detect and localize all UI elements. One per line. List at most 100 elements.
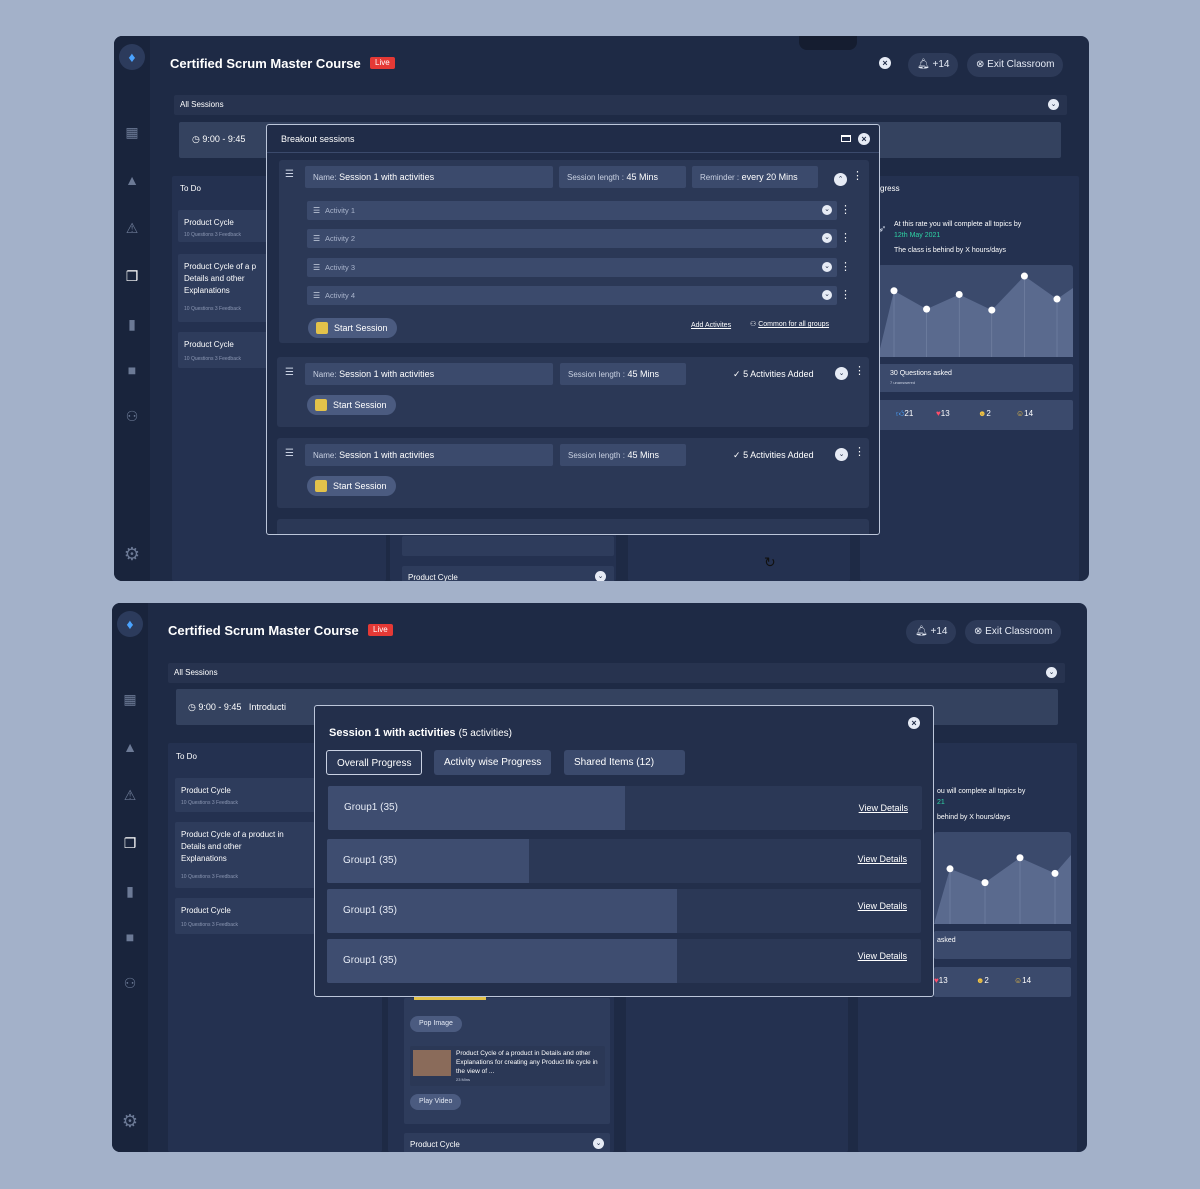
session-length-field[interactable]: Session length : 45 Mins bbox=[560, 444, 686, 466]
pop-image-button[interactable]: Pop Image bbox=[410, 1016, 462, 1032]
questions-card[interactable]: 30 Questions asked 7 unanswered bbox=[878, 364, 1073, 392]
view-details-link[interactable]: View Details bbox=[858, 901, 907, 911]
exit-label: Exit Classroom bbox=[987, 59, 1055, 70]
chevron-down-icon[interactable]: ⌄ bbox=[1046, 667, 1057, 678]
add-activities-link[interactable]: Add Activites bbox=[691, 322, 731, 329]
play-video-button[interactable]: Play Video bbox=[410, 1094, 462, 1110]
users-icon[interactable]: ⚇ bbox=[121, 975, 139, 991]
start-session-button[interactable]: Start Session bbox=[307, 476, 396, 496]
todo-card[interactable]: Product Cycle 10 Questions 3 Feedback bbox=[178, 210, 278, 242]
activity-count: (5 activities) bbox=[458, 728, 512, 739]
drag-handle-icon[interactable]: ☰ bbox=[285, 367, 294, 378]
todo-card[interactable]: Product Cycle 10 Questions 3 Feedback bbox=[175, 898, 315, 934]
close-icon[interactable]: × bbox=[879, 57, 891, 69]
tab-overall-progress[interactable]: Overall Progress bbox=[326, 750, 423, 775]
session-length-field[interactable]: Session length : 45 Mins bbox=[560, 363, 686, 385]
session-length-field[interactable]: Session length : 45 Mins bbox=[559, 166, 686, 188]
copy-icon[interactable]: ❐ bbox=[121, 835, 139, 851]
chevron-down-icon[interactable]: ⌄ bbox=[822, 290, 832, 300]
hierarchy-icon[interactable]: ⚠ bbox=[121, 787, 139, 803]
chevron-down-icon[interactable]: ⌄ bbox=[835, 367, 848, 380]
settings-icon[interactable]: ⚙ bbox=[121, 1112, 139, 1130]
drag-handle-icon[interactable]: ☰ bbox=[285, 448, 294, 459]
more-icon[interactable]: ⋮ bbox=[854, 366, 865, 377]
group-progress-row: Group1 (35) View Details bbox=[327, 839, 921, 883]
drag-handle-icon[interactable]: ☰ bbox=[285, 169, 294, 180]
start-session-button[interactable]: Start Session bbox=[307, 395, 396, 415]
added-label: 5 Activities Added bbox=[743, 450, 814, 460]
exit-classroom-button[interactable]: ⊗ Exit Classroom bbox=[967, 53, 1064, 77]
chevron-down-icon[interactable]: ⌄ bbox=[835, 448, 848, 461]
users-icon[interactable]: ⚇ bbox=[123, 408, 141, 424]
refresh-icon[interactable]: ↻ bbox=[764, 554, 776, 571]
questions-card[interactable]: asked bbox=[934, 931, 1071, 959]
shapes-icon[interactable]: ▲ bbox=[121, 739, 139, 755]
tab-shared-items[interactable]: Shared Items (12) bbox=[564, 750, 685, 775]
session-name-field[interactable]: Name: Session 1 with activities bbox=[305, 166, 553, 188]
chevron-down-icon[interactable]: ⌄ bbox=[822, 205, 832, 215]
notif-count: +14 bbox=[932, 59, 950, 70]
field-label: Session length : bbox=[568, 370, 625, 379]
todo-card[interactable]: Product Cycle 10 Questions 3 Feedback bbox=[175, 778, 315, 812]
group-label: Group1 (35) bbox=[343, 955, 397, 966]
chevron-down-icon[interactable]: ⌄ bbox=[1048, 99, 1059, 110]
chart-point bbox=[890, 287, 898, 295]
all-sessions-bar[interactable]: All Sessions bbox=[168, 663, 1065, 683]
settings-icon[interactable]: ⚙ bbox=[123, 545, 141, 563]
reaction-count: 2 bbox=[986, 409, 991, 418]
chevron-up-icon[interactable]: ⌃ bbox=[834, 173, 847, 186]
view-details-link[interactable]: View Details bbox=[858, 951, 907, 961]
grid-icon[interactable]: ▦ bbox=[123, 124, 141, 140]
activity-item[interactable]: ☰ Activity 1 ⌄ bbox=[307, 201, 837, 220]
todo-card[interactable]: Product Cycle of a p Details and other Exp… bbox=[178, 254, 278, 322]
reminder-field[interactable]: Reminder : every 20 Mins bbox=[692, 166, 818, 188]
all-sessions-bar[interactable]: All Sessions bbox=[174, 95, 1067, 115]
start-icon bbox=[316, 322, 328, 334]
chevron-down-icon[interactable]: ⌄ bbox=[822, 233, 832, 243]
video-thumbnail bbox=[413, 1050, 451, 1076]
wow-icon: ☺14 bbox=[1016, 409, 1034, 418]
hierarchy-icon[interactable]: ⚠ bbox=[123, 220, 141, 236]
chevron-down-icon[interactable]: ⌄ bbox=[593, 1138, 604, 1149]
more-icon[interactable]: ⋮ bbox=[840, 290, 851, 301]
product-cycle-card[interactable]: Product Cycle ⌄ bbox=[404, 1133, 610, 1152]
exit-classroom-button[interactable]: ⊗ Exit Classroom bbox=[965, 620, 1062, 644]
bookmark-icon[interactable]: ■ bbox=[121, 929, 139, 945]
copy-icon[interactable]: ❐ bbox=[123, 268, 141, 284]
grid-icon[interactable]: ▦ bbox=[121, 691, 139, 707]
activity-item[interactable]: ☰ Activity 2 ⌄ bbox=[307, 229, 837, 248]
course-title: Certified Scrum Master Course bbox=[170, 56, 361, 71]
session-name-field[interactable]: Name: Session 1 with activities bbox=[305, 363, 553, 385]
shapes-icon[interactable]: ▲ bbox=[123, 172, 141, 188]
chevron-down-icon[interactable]: ⌄ bbox=[822, 262, 832, 272]
more-icon[interactable]: ⋮ bbox=[852, 171, 863, 182]
notifications-button[interactable]: 🔔︎ +14 bbox=[906, 620, 957, 644]
activity-item[interactable]: ☰ Activity 4 ⌄ bbox=[307, 286, 837, 305]
tab-activity-progress[interactable]: Activity wise Progress bbox=[434, 750, 552, 775]
bookmark-icon[interactable]: ■ bbox=[123, 362, 141, 378]
more-icon[interactable]: ⋮ bbox=[840, 205, 851, 216]
product-cycle-card[interactable]: Product Cycle ⌄ bbox=[402, 566, 614, 581]
bar-chart-icon[interactable]: ▮ bbox=[123, 316, 141, 332]
more-icon[interactable]: ⋮ bbox=[840, 233, 851, 244]
close-icon[interactable]: × bbox=[908, 717, 920, 729]
video-item[interactable]: Product Cycle of a product in Details an… bbox=[410, 1046, 605, 1086]
close-circle-icon: ⊗ bbox=[974, 626, 983, 637]
notifications-button[interactable]: 🔔︎ +14 bbox=[908, 53, 959, 77]
chevron-down-icon[interactable]: ⌄ bbox=[595, 571, 606, 581]
view-details-link[interactable]: View Details bbox=[859, 803, 908, 813]
view-details-link[interactable]: View Details bbox=[858, 854, 907, 864]
more-icon[interactable]: ⋮ bbox=[840, 262, 851, 273]
start-session-button[interactable]: Start Session bbox=[308, 318, 397, 338]
activity-label: Activity 4 bbox=[325, 291, 356, 300]
bar-chart-icon[interactable]: ▮ bbox=[121, 883, 139, 899]
close-icon[interactable]: × bbox=[858, 133, 870, 145]
todo-card[interactable]: Product Cycle 10 Questions 3 Feedback bbox=[178, 332, 278, 368]
minimize-icon[interactable] bbox=[841, 135, 851, 142]
more-icon[interactable]: ⋮ bbox=[854, 447, 865, 458]
session-name-field[interactable]: Name: Session 1 with activities bbox=[305, 444, 553, 466]
common-groups-link[interactable]: ⚇ Common for all groups bbox=[750, 320, 829, 328]
activity-item[interactable]: ☰ Activity 3 ⌄ bbox=[307, 258, 837, 277]
todo-card[interactable]: Product Cycle of a product in Details and… bbox=[175, 822, 315, 888]
chart-area bbox=[934, 855, 1071, 924]
